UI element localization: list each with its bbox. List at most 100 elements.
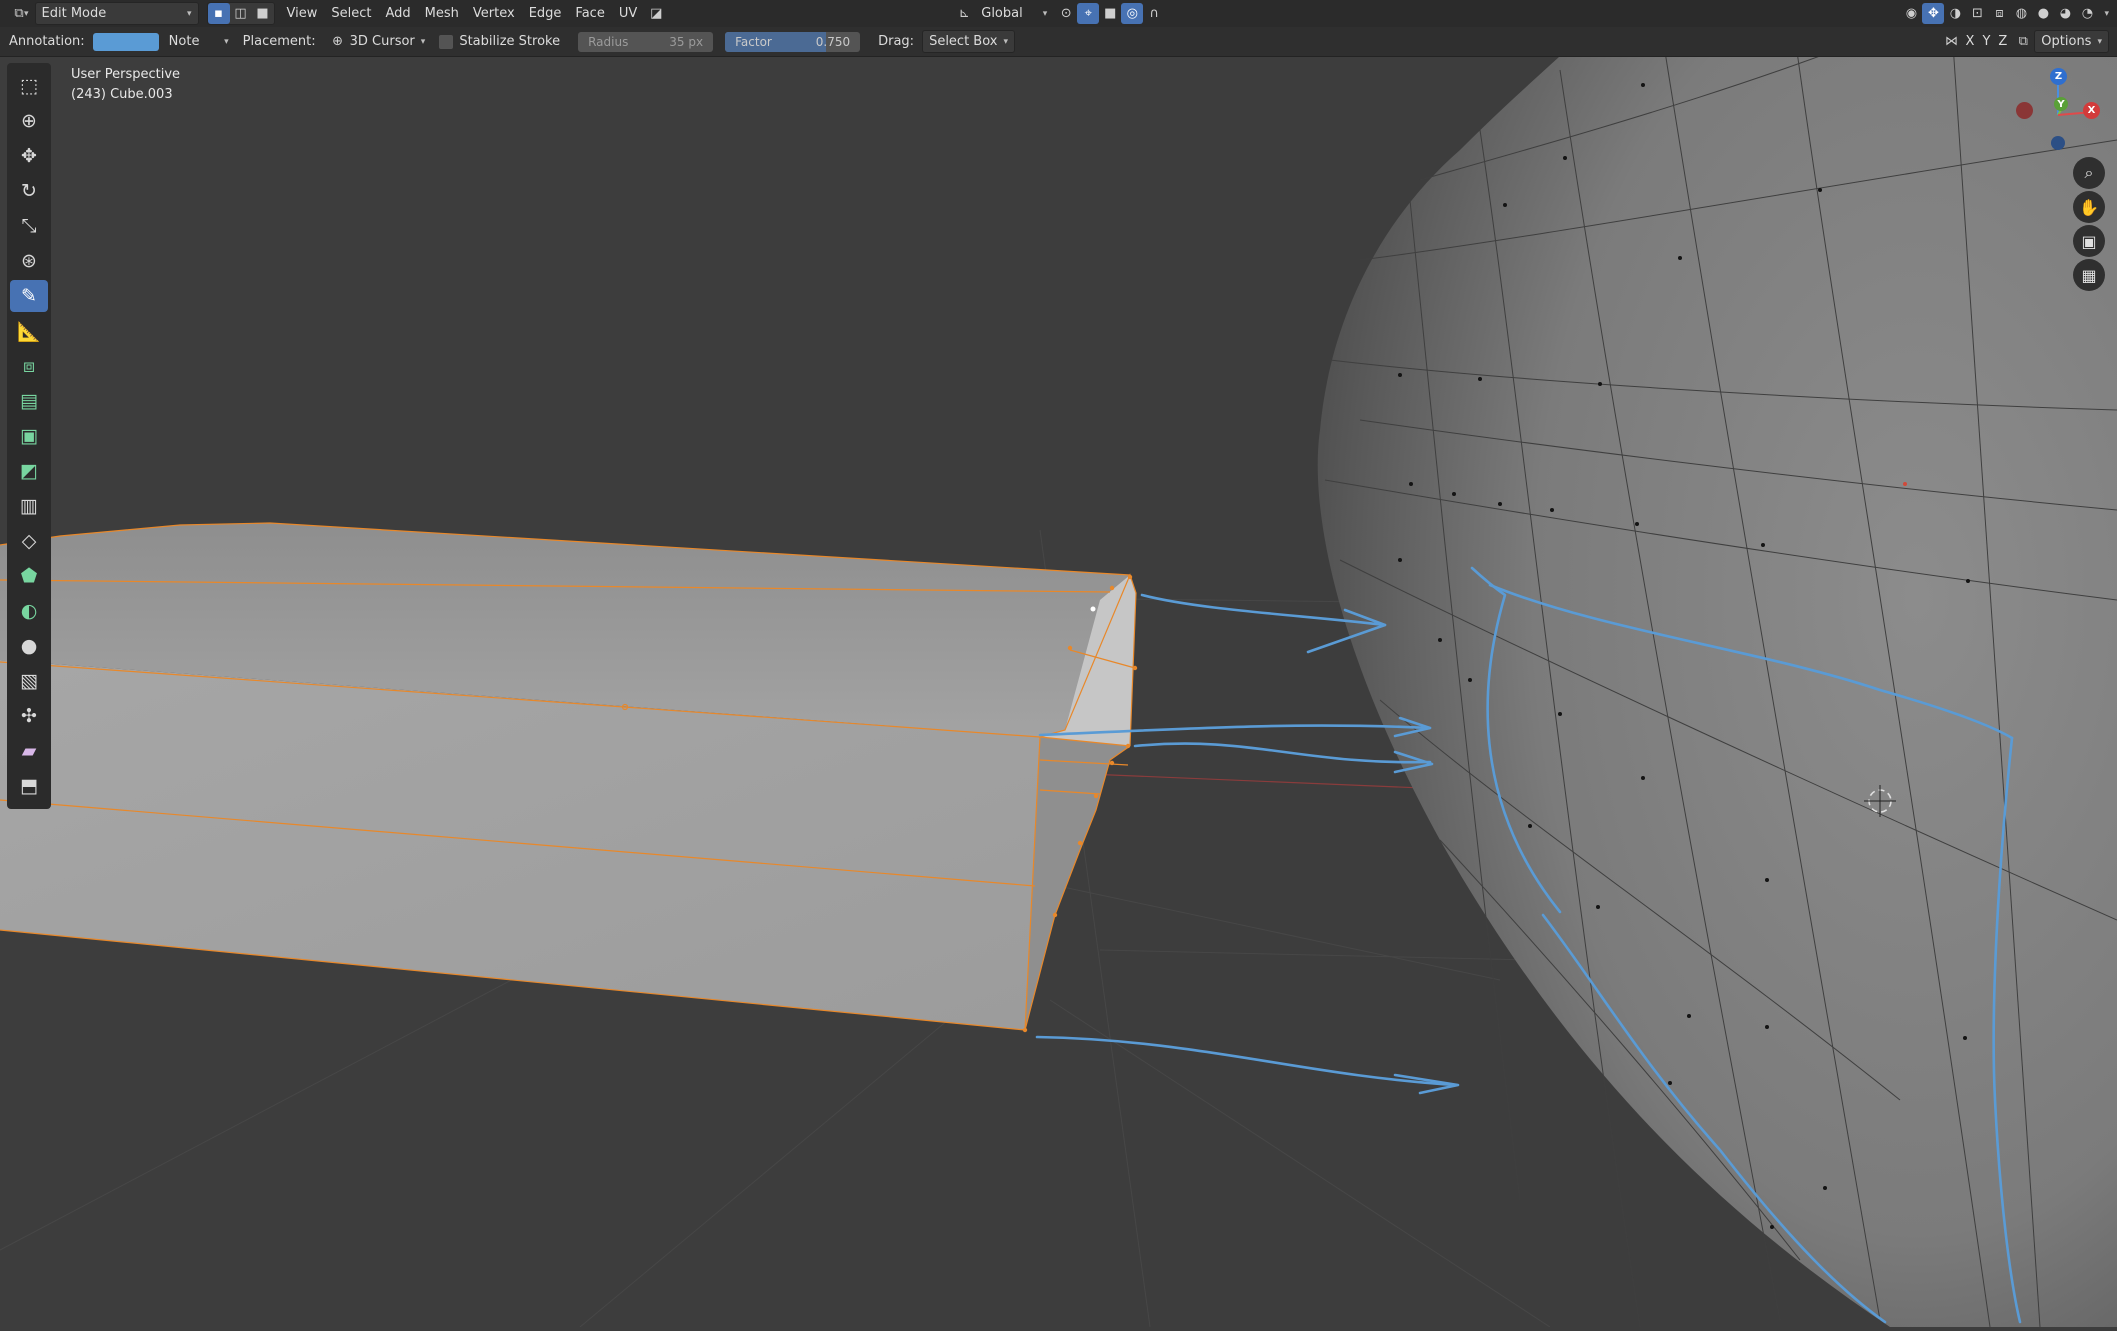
annotate-icon[interactable]: ✎ xyxy=(10,280,48,312)
pivot-point-icon[interactable]: ⊙ xyxy=(1055,3,1077,24)
menu-select[interactable]: Select xyxy=(325,3,377,24)
xray-icon[interactable]: ⧈ xyxy=(1988,3,2010,24)
stabilize-label: Stabilize Stroke xyxy=(459,34,561,49)
gizmo-neg-z-icon[interactable] xyxy=(2051,136,2065,150)
edge-slide-icon[interactable]: ▧ xyxy=(10,665,48,697)
drag-dropdown[interactable]: Select Box ▾ xyxy=(922,30,1015,53)
object-name: (243) Cube.003 xyxy=(71,87,173,102)
menu-vertex[interactable]: Vertex xyxy=(467,3,521,24)
rotate-icon[interactable]: ↻ xyxy=(10,175,48,207)
orientation-icon: ⊾ xyxy=(958,6,970,21)
falloff-icon[interactable]: ∩ xyxy=(1143,3,1165,24)
measure-icon[interactable]: 📐 xyxy=(10,315,48,347)
mesh-select-mode-icon[interactable]: ◪ xyxy=(645,3,667,24)
gizmo-neg-x-icon[interactable] xyxy=(2016,102,2033,119)
orientation-dropdown[interactable]: Global ▾ xyxy=(975,3,1053,24)
radius-value: 35 px xyxy=(669,34,704,49)
extrude-icon[interactable]: ▤ xyxy=(10,385,48,417)
options-dropdown[interactable]: Options ▾ xyxy=(2034,30,2109,53)
factor-label: Factor xyxy=(735,34,772,49)
move-icon[interactable]: ✥ xyxy=(10,140,48,172)
menu-edge[interactable]: Edge xyxy=(523,3,568,24)
3d-viewport[interactable]: User Perspective (243) Cube.003 Z Y X ⌕ … xyxy=(0,0,2117,1328)
tool-shelf: ⬚ ⊕ ✥ ↻ ⤡ ⊛ ✎ 📐 ⧈ ▤ ▣ ◩ ▥ ◇ ⬟ ◐ ● ▧ ✣ ▰ … xyxy=(7,63,51,809)
visibility-icon[interactable]: ◉ xyxy=(1900,3,1922,24)
proportional-edit-icon[interactable]: ◎ xyxy=(1121,3,1144,24)
mode-dropdown[interactable]: Edit Mode ▾ xyxy=(34,2,199,25)
note-label: Note xyxy=(168,34,200,49)
overlay-icon[interactable]: ◑ xyxy=(1944,3,1966,24)
options-label: Options xyxy=(2041,34,2092,49)
edge-select-icon[interactable]: ◫ xyxy=(230,3,252,24)
menu-mesh[interactable]: Mesh xyxy=(419,3,465,24)
annotation-color-swatch[interactable] xyxy=(92,32,159,51)
viewport-canvas[interactable] xyxy=(0,0,2117,1328)
cursor-icon[interactable]: ⊕ xyxy=(10,105,48,137)
zoom-icon[interactable]: ⌕ xyxy=(2073,157,2105,189)
menu-face[interactable]: Face xyxy=(569,3,610,24)
rendered-shading-icon[interactable]: ◔ xyxy=(2076,3,2098,24)
shrink-fatten-icon[interactable]: ✣ xyxy=(10,700,48,732)
poly-build-icon[interactable]: ⬟ xyxy=(10,560,48,592)
snap-icon[interactable]: ⌖ xyxy=(1077,3,1100,24)
inset-icon[interactable]: ▣ xyxy=(10,420,48,452)
gizmo-y-icon[interactable]: Y xyxy=(2054,97,2068,111)
mesh-overlay-icon[interactable]: ⊡ xyxy=(1966,3,1988,24)
gizmo-toggle-icon[interactable]: ✥ xyxy=(1922,3,1945,24)
bevel-icon[interactable]: ◩ xyxy=(10,455,48,487)
chevron-down-icon: ▾ xyxy=(224,36,229,47)
annotation-label: Annotation: xyxy=(9,34,85,49)
chevron-down-icon: ▾ xyxy=(187,8,192,19)
pan-hand-icon[interactable]: ✋ xyxy=(2073,191,2105,223)
radius-slider[interactable]: Radius 35 px xyxy=(578,31,714,52)
menu-add[interactable]: Add xyxy=(380,3,417,24)
menu-view[interactable]: View xyxy=(281,3,324,24)
transform-icon[interactable]: ⊛ xyxy=(10,245,48,277)
menu-uv[interactable]: UV xyxy=(613,3,643,24)
drag-label: Drag: xyxy=(878,34,915,49)
snap-target-icon[interactable]: ■ xyxy=(1099,3,1121,24)
chevron-down-icon[interactable]: ▾ xyxy=(24,9,29,19)
spin-icon[interactable]: ◐ xyxy=(10,595,48,627)
gizmo-x-icon[interactable]: X xyxy=(2083,102,2100,119)
rip-icon[interactable]: ⬒ xyxy=(10,770,48,802)
view-nav-buttons: ⌕ ✋ ▣ ▦ xyxy=(2073,157,2105,293)
chevron-down-icon: ▾ xyxy=(420,36,426,47)
wireframe-shading-icon[interactable]: ◍ xyxy=(2010,3,2032,24)
chevron-down-icon: ▾ xyxy=(1003,36,1008,47)
placement-label: Placement: xyxy=(242,34,316,49)
auto-merge-icon[interactable]: ⧉ xyxy=(2012,31,2034,52)
material-shading-icon[interactable]: ◕ xyxy=(2054,3,2076,24)
select-box-icon[interactable]: ⬚ xyxy=(10,70,48,102)
scale-icon[interactable]: ⤡ xyxy=(10,210,48,242)
tool-settings-bar: Annotation: Note ▾ Placement: ⊕ 3D Curso… xyxy=(0,27,2117,57)
chevron-down-icon[interactable]: ▾ xyxy=(2104,9,2109,19)
gizmo-z-icon[interactable]: Z xyxy=(2050,68,2067,85)
axis-x-toggle[interactable]: X xyxy=(1963,31,1978,52)
placement-dropdown[interactable]: ⊕ 3D Cursor ▾ xyxy=(324,31,432,52)
mirror-icon[interactable]: ⋈ xyxy=(1941,31,1963,52)
axis-z-toggle[interactable]: Z xyxy=(1995,31,2010,52)
note-layer-dropdown[interactable]: Note ▾ xyxy=(163,31,235,52)
axis-y-toggle[interactable]: Y xyxy=(1979,31,1993,52)
orientation-label: Global xyxy=(981,6,1023,21)
stabilize-stroke-checkbox[interactable]: Stabilize Stroke xyxy=(433,31,566,52)
chevron-down-icon: ▾ xyxy=(2097,36,2102,47)
camera-icon[interactable]: ▣ xyxy=(2073,225,2105,257)
shear-icon[interactable]: ▰ xyxy=(10,735,48,767)
radius-label: Radius xyxy=(588,34,629,49)
grid-ortho-icon[interactable]: ▦ xyxy=(2073,259,2105,291)
smooth-icon[interactable]: ● xyxy=(10,630,48,662)
loop-cut-icon[interactable]: ▥ xyxy=(10,490,48,522)
checkbox-icon xyxy=(439,34,454,49)
factor-slider[interactable]: Factor 0.750 xyxy=(725,31,861,52)
selected-mesh[interactable] xyxy=(0,522,1138,1033)
chevron-down-icon: ▾ xyxy=(1042,8,1048,19)
mode-label: Edit Mode xyxy=(41,6,107,21)
face-select-icon[interactable]: ■ xyxy=(252,3,274,24)
placement-value: 3D Cursor xyxy=(349,34,415,49)
knife-icon[interactable]: ◇ xyxy=(10,525,48,557)
add-cube-icon[interactable]: ⧈ xyxy=(10,350,48,382)
solid-shading-icon[interactable]: ● xyxy=(2032,3,2054,24)
vertex-select-icon[interactable]: ▪ xyxy=(207,3,230,24)
